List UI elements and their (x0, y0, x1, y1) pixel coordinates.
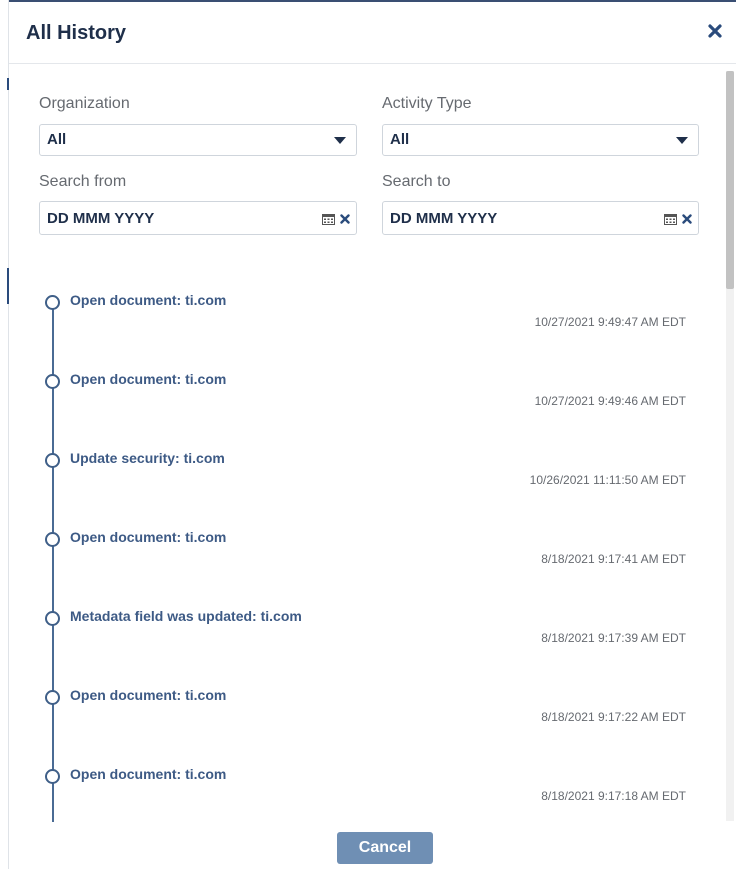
search-from-label: Search from (39, 173, 127, 190)
search-to-value: DD MMM YYYY (390, 210, 498, 227)
all-history-dialog: All History Organization All Activity Ty… (9, 0, 736, 869)
history-timestamp: 10/27/2021 9:49:46 AM EDT (534, 394, 686, 408)
history-action-link[interactable]: Open document: ti.com (70, 292, 226, 308)
history-action-link[interactable]: Open document: ti.com (70, 687, 226, 703)
history-timestamp: 8/18/2021 9:17:39 AM EDT (541, 631, 686, 645)
history-timestamp: 10/26/2021 11:11:50 AM EDT (529, 473, 686, 487)
close-icon[interactable] (707, 23, 723, 39)
scrollbar-thumb[interactable] (726, 71, 734, 289)
history-timestamp: 8/18/2021 9:17:22 AM EDT (541, 710, 686, 724)
clear-icon[interactable] (340, 214, 350, 224)
search-from-input[interactable]: DD MMM YYYY (39, 201, 357, 235)
calendar-icon[interactable] (664, 213, 677, 225)
cancel-button[interactable]: Cancel (337, 832, 433, 864)
search-to-label: Search to (382, 173, 451, 190)
history-timestamp: 10/27/2021 9:49:47 AM EDT (534, 315, 686, 329)
activity-type-value: All (390, 131, 410, 148)
activity-type-select[interactable]: All (382, 124, 699, 156)
organization-select[interactable]: All (39, 124, 357, 156)
scrollbar[interactable] (726, 71, 734, 821)
timeline-node-icon (45, 611, 60, 626)
activity-type-label: Activity Type (382, 95, 472, 112)
organization-label: Organization (39, 95, 130, 112)
timeline-node-icon (45, 374, 60, 389)
timeline-node-icon (45, 769, 60, 784)
history-action-link[interactable]: Open document: ti.com (70, 371, 226, 387)
history-entry: Open document: ti.com 8/18/2021 9:17:22 … (9, 667, 726, 747)
search-to-input[interactable]: DD MMM YYYY (382, 201, 699, 235)
timeline-node-icon (45, 295, 60, 310)
history-action-link[interactable]: Open document: ti.com (70, 529, 226, 545)
history-action-link[interactable]: Open document: ti.com (70, 766, 226, 782)
calendar-icon[interactable] (322, 213, 335, 225)
history-entry: Metadata field was updated: ti.com 8/18/… (9, 588, 726, 668)
history-timeline: Open document: ti.com 10/27/2021 9:49:47… (9, 272, 726, 822)
chevron-down-icon (334, 137, 346, 144)
timeline-node-icon (45, 690, 60, 705)
history-entry: Open document: ti.com 8/18/2021 9:17:41 … (9, 509, 726, 589)
history-entry: Open document: ti.com 10/27/2021 9:49:47… (9, 272, 726, 352)
history-entry: Open document: ti.com 8/18/2021 9:17:18 … (9, 746, 726, 822)
organization-value: All (47, 131, 67, 148)
history-entry: Update security: ti.com 10/26/2021 11:11… (9, 430, 726, 510)
history-action-link[interactable]: Metadata field was updated: ti.com (70, 608, 302, 624)
dialog-title: All History (26, 22, 127, 44)
history-action-link[interactable]: Update security: ti.com (70, 450, 225, 466)
search-from-value: DD MMM YYYY (47, 210, 155, 227)
timeline-node-icon (45, 532, 60, 547)
chevron-down-icon (676, 137, 688, 144)
history-timestamp: 8/18/2021 9:17:41 AM EDT (541, 552, 686, 566)
history-entry: Open document: ti.com 10/27/2021 9:49:46… (9, 351, 726, 431)
dialog-header: All History (9, 2, 736, 64)
clear-icon[interactable] (682, 214, 692, 224)
history-timestamp: 8/18/2021 9:17:18 AM EDT (541, 789, 686, 803)
timeline-node-icon (45, 453, 60, 468)
background-window-edge (0, 0, 9, 869)
